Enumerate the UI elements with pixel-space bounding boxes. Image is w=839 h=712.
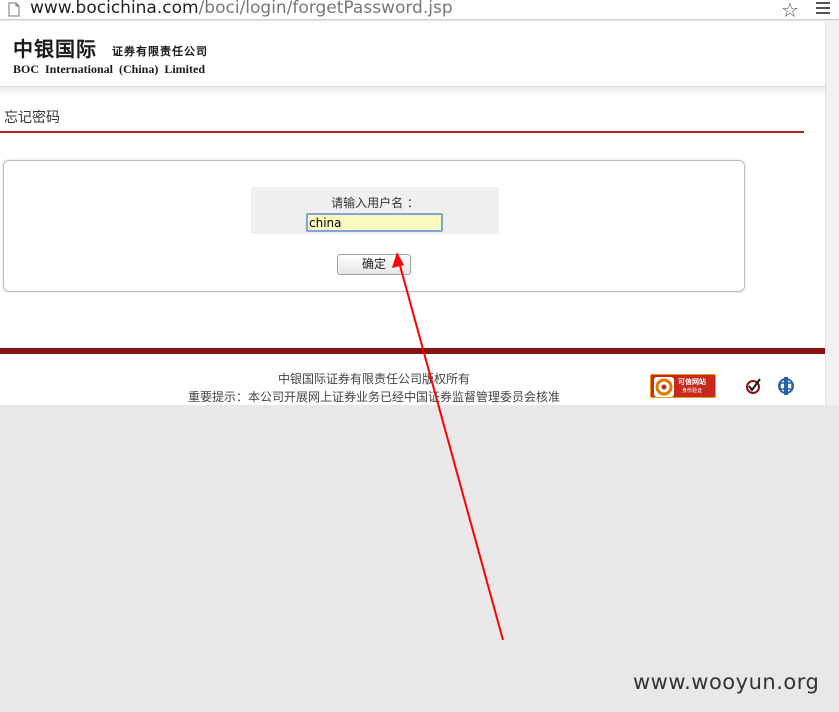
check-icon[interactable] <box>745 377 763 399</box>
title-divider <box>0 131 804 133</box>
site-header: 中银国际 证券有限责任公司 BOC International (China) … <box>0 21 825 87</box>
csrc-icon[interactable] <box>777 376 795 400</box>
trusted-site-badge[interactable]: 可信网站 身份验证 <box>650 374 716 398</box>
bookmark-star-icon[interactable]: ☆ <box>781 0 799 22</box>
page-icon <box>8 2 20 21</box>
trust-logo-icon <box>654 377 674 397</box>
username-label: 请输入用户名 ： <box>331 196 419 210</box>
logo-chinese-name: 中银国际 <box>13 37 97 61</box>
browser-address-bar[interactable]: www.bocichina.com/boci/login/forgetPassw… <box>0 0 839 22</box>
page-title: 忘记密码 <box>4 110 60 126</box>
url-host: www.bocichina.com <box>30 0 199 18</box>
logo-english-name: BOC International (China) Limited <box>13 62 206 76</box>
footer-divider <box>0 348 825 354</box>
page-content: 中银国际 证券有限责任公司 BOC International (China) … <box>0 21 825 405</box>
page-scrollbar[interactable] <box>825 21 839 405</box>
username-input[interactable] <box>306 213 443 232</box>
menu-icon[interactable] <box>815 0 831 20</box>
url-text[interactable]: www.bocichina.com/boci/login/forgetPassw… <box>30 0 453 18</box>
badge-title: 可信网站 <box>678 378 706 386</box>
footer-copyright: 中银国际证券有限责任公司版权所有 <box>277 372 470 386</box>
url-path: /boci/login/forgetPassword.jsp <box>198 0 453 18</box>
logo-chinese-subtitle: 证券有限责任公司 <box>112 45 208 58</box>
confirm-button[interactable]: 确定 <box>337 254 411 275</box>
watermark-text: www.wooyun.org <box>633 670 820 694</box>
username-form: 请输入用户名 ： <box>251 187 499 234</box>
forget-password-panel: 请输入用户名 ： 确定 <box>3 160 745 292</box>
badge-subtitle: 身份验证 <box>682 388 703 394</box>
header-shadow <box>0 87 825 95</box>
footer-notice: 重要提示：本公司开展网上证券业务已经中国证券监督管理委员会核准 <box>187 390 560 404</box>
